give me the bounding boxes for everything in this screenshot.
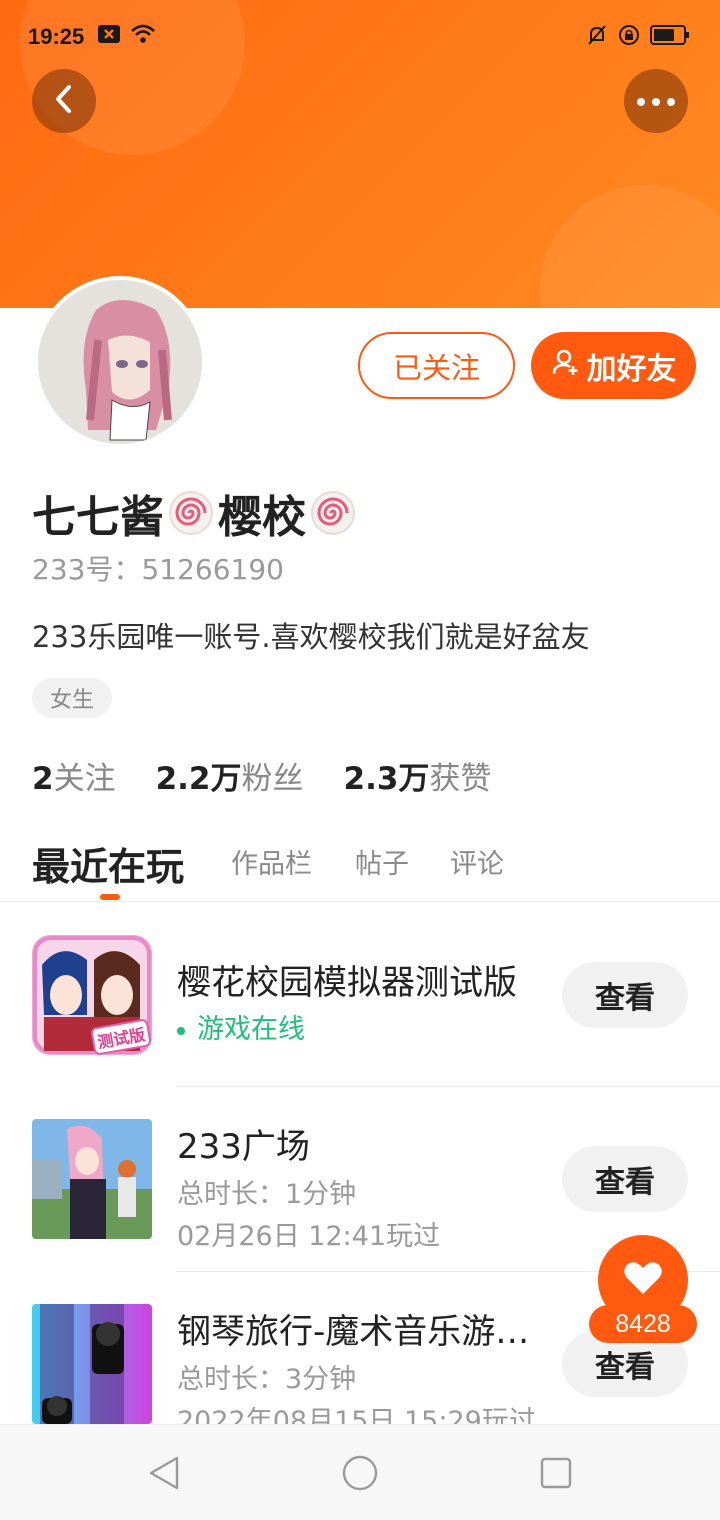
game-title: 钢琴旅行-魔术音乐游… [177,1312,530,1352]
status-bar: 19:25 [0,0,720,72]
tab-indicator [100,894,120,900]
user-bio: 233乐园唯一账号.喜欢樱校我们就是好盆友 [32,620,590,654]
avatar-image [38,280,202,444]
add-friend-label: 加好友 [586,351,677,387]
stat-label: 粉丝 [241,761,304,797]
stat-following[interactable]: 2 关注 [32,753,116,798]
online-label: 游戏在线 [197,1014,305,1045]
battery-icon [650,24,690,50]
tab-posts[interactable]: 帖子 [355,842,409,881]
profile-tabs: 最近在玩 作品栏 帖子 评论 [0,832,720,902]
following-button[interactable]: 已关注 [358,332,515,399]
more-options-button[interactable] [624,69,688,133]
game-icon-sakura: 测试版 [32,935,152,1055]
stat-value: 2 [32,761,54,797]
stat-fans[interactable]: 2.2万 粉丝 [156,753,304,798]
banner-decoration [540,185,720,308]
stat-label: 关注 [53,761,116,797]
stat-value: 2.3万 [343,761,430,797]
game-title: 233广场 [177,1127,310,1167]
game-icon-233-plaza [32,1119,152,1239]
username: 七七酱 樱校 [32,481,360,545]
add-friend-button[interactable]: 加好友 [531,332,696,399]
list-item[interactable]: 测试版 樱花校园模拟器测试版 游戏在线 查看 [0,903,720,1088]
profile-stats: 2 关注 2.2万 粉丝 2.3万 获赞 [32,753,531,798]
game-playtime: 总时长：1分钟 [177,1179,357,1210]
game-status: 游戏在线 [177,1007,305,1046]
close-notification-icon [98,25,120,47]
tab-works[interactable]: 作品栏 [231,842,312,881]
avatar[interactable] [34,276,206,448]
stat-label: 获赞 [429,761,492,797]
stat-likes[interactable]: 2.3万 获赞 [344,753,492,798]
wifi-icon [130,24,156,48]
tab-recently-played[interactable]: 最近在玩 [32,836,184,891]
tab-comments[interactable]: 评论 [450,842,504,881]
game-title: 樱花校园模拟器测试版 [177,963,517,1003]
online-dot [177,1026,185,1035]
view-button[interactable]: 查看 [562,962,688,1028]
game-last-played: 02月26日 12:41玩过 [177,1221,441,1252]
more-dots-icon [636,92,676,111]
heart-icon [623,1260,663,1300]
recents-square-icon[interactable] [536,1453,576,1493]
list-item[interactable]: 233广场 总时长：1分钟 02月26日 12:41玩过 查看 [0,1087,720,1272]
swirl-emoji-icon [310,490,356,536]
game-icon-piano [32,1304,152,1424]
game-last-played: 2022年08月15日 15:29玩过 [177,1406,536,1424]
status-time: 19:25 [28,24,85,49]
lock-rotation-icon [618,24,640,50]
gender-tag: 女生 [32,678,112,718]
username-part2: 樱校 [218,492,306,543]
game-playtime: 总时长：3分钟 [177,1364,357,1395]
system-nav-bar [0,1424,720,1520]
back-button[interactable] [32,69,96,133]
add-user-icon [551,347,581,385]
view-button[interactable]: 查看 [562,1146,688,1212]
mute-bell-icon [586,24,608,50]
swirl-emoji-icon [168,490,214,536]
home-circle-icon[interactable] [340,1453,380,1493]
chevron-left-icon [51,84,77,118]
back-triangle-icon[interactable] [144,1453,184,1493]
username-part1: 七七酱 [32,492,164,543]
user-id: 233号：51266190 [32,553,284,586]
stat-value: 2.2万 [155,761,242,797]
like-count-badge: 8428 [589,1305,697,1343]
